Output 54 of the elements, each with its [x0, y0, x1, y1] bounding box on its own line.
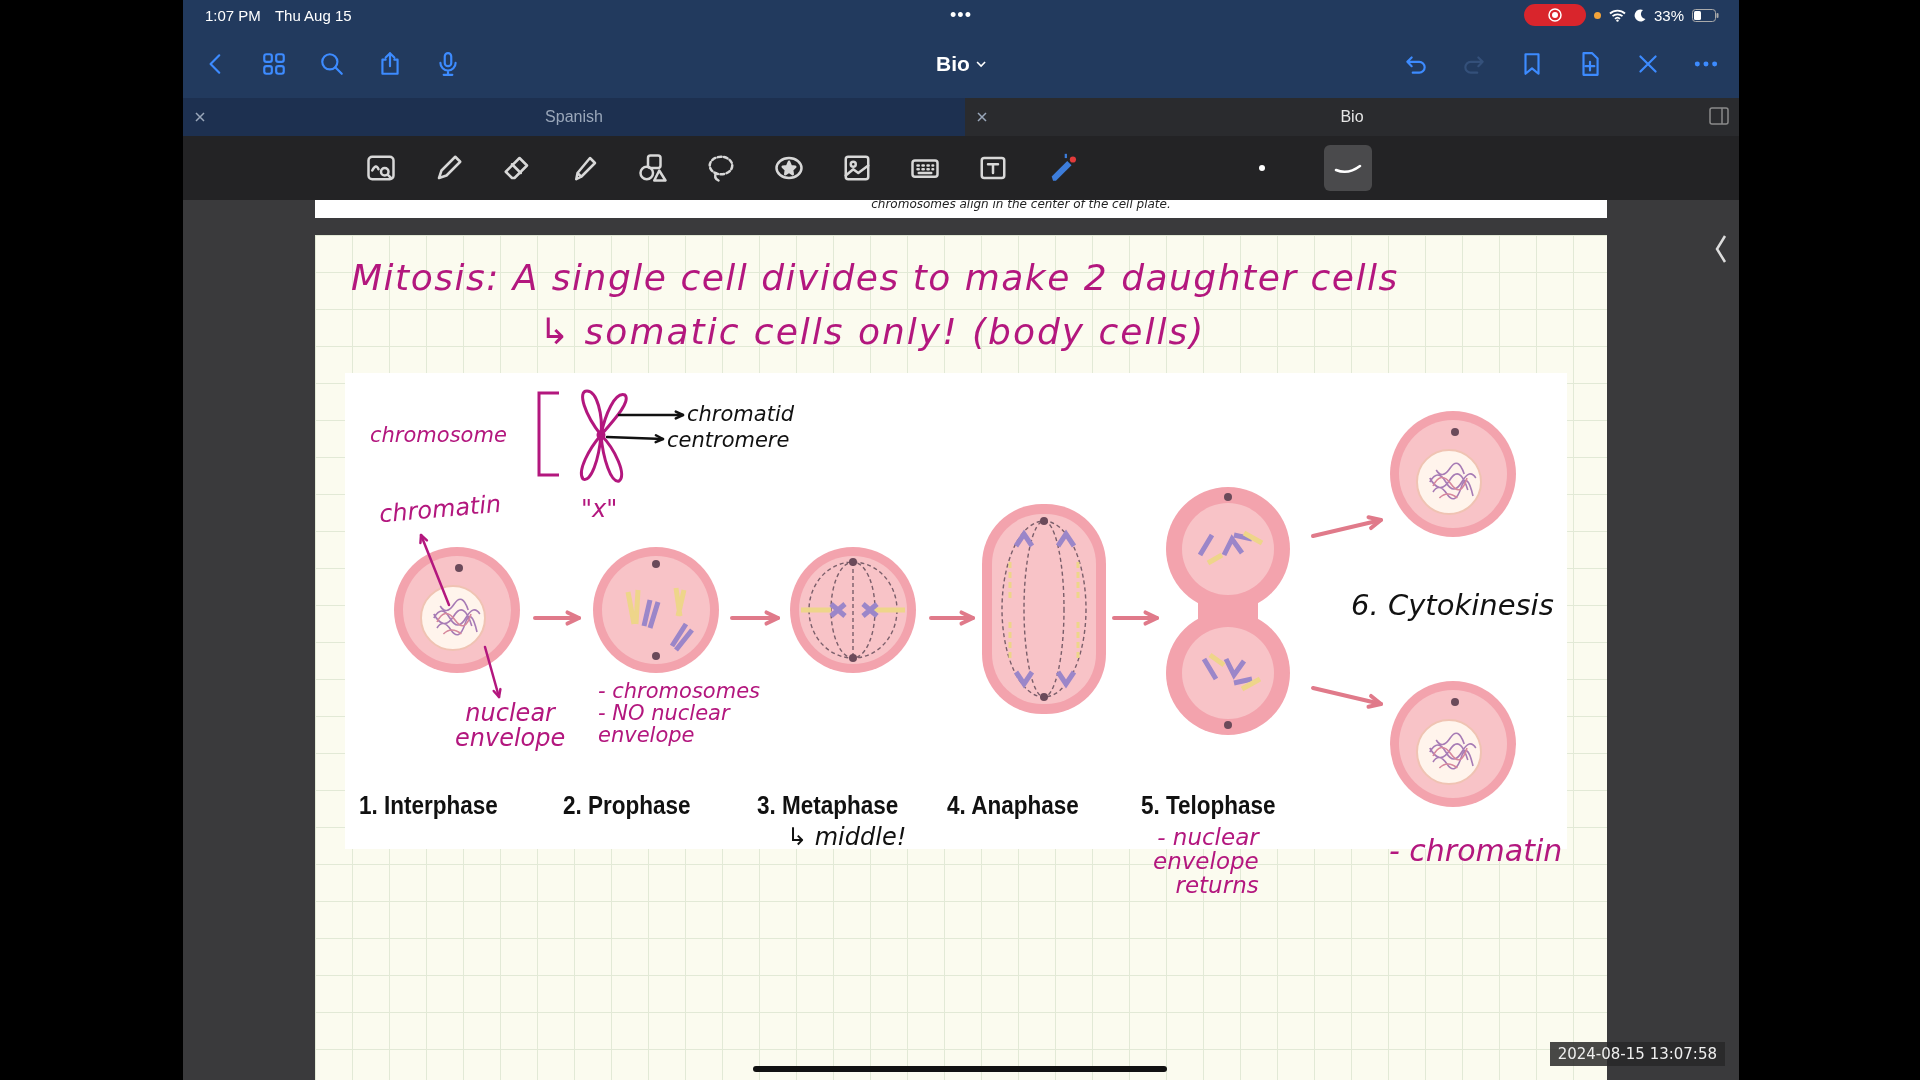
cytokinesis-label: 6. Cytokinesis — [1351, 590, 1554, 621]
centromere-label: centromere — [667, 429, 790, 452]
chevron-down-icon — [975, 60, 986, 68]
phase-label: 1. Interphase — [359, 791, 498, 820]
image-icon[interactable] — [842, 153, 872, 183]
leader-arrow — [617, 410, 685, 420]
note-heading: Mitosis: A single cell divides to make 2 daughter cells — [351, 259, 1399, 297]
privacy-dot — [1593, 11, 1601, 19]
dot-icon — [1258, 164, 1266, 172]
pen-size-button[interactable] — [1324, 145, 1372, 191]
arrow — [929, 610, 975, 626]
arrow — [533, 610, 581, 626]
collapse-chevron-icon[interactable] — [1715, 234, 1727, 264]
telophase-note: - nuclear envelope returns — [1153, 825, 1259, 898]
metaphase-note: ↳ middle! — [787, 825, 907, 851]
document-tab[interactable]: Spanish — [183, 98, 965, 136]
prophase-note: - chromosomes - NO nuclear envelope — [598, 680, 760, 747]
document-tab[interactable]: Bio — [965, 98, 1739, 136]
note-subheading: ↳ somatic cells only! (body cells) — [539, 313, 1206, 351]
notebook-title[interactable]: Bio — [930, 51, 992, 77]
x-label: "x" — [581, 497, 618, 523]
wifi-icon — [1608, 8, 1626, 22]
leader-arrow — [483, 645, 502, 699]
close-icon[interactable] — [195, 112, 205, 122]
sidebar-icon[interactable] — [1709, 107, 1729, 125]
phase-label: 3. Metaphase — [757, 791, 899, 820]
chromatid-label: chromatid — [687, 403, 795, 426]
leader-arrow — [605, 434, 665, 444]
cytokinesis-note: - chromatin — [1389, 835, 1563, 867]
close-icon[interactable] — [977, 112, 987, 122]
zoom-window-icon[interactable] — [366, 153, 396, 183]
moon-icon — [1633, 8, 1646, 22]
lasso-icon[interactable] — [706, 153, 736, 183]
shapes-icon[interactable] — [638, 153, 668, 183]
phase-label: 4. Anaphase — [947, 791, 1079, 820]
phase-label: 5. Telophase — [1141, 791, 1276, 820]
battery-icon — [1692, 8, 1719, 22]
battery-percent: 33% — [1653, 6, 1684, 24]
arrow — [1112, 610, 1159, 626]
chromatin-label: chromatin — [378, 491, 503, 528]
arrow — [730, 610, 780, 626]
recording-timestamp: 2024-08-15 13:07:58 — [1549, 1042, 1725, 1066]
recording-indicator — [1523, 4, 1586, 26]
grid-icon[interactable] — [261, 51, 287, 77]
stroke-curve-icon — [1333, 162, 1363, 174]
arrow — [1311, 686, 1383, 709]
arrow — [1311, 515, 1383, 538]
nuclear-envelope-note: nuclear envelope — [455, 701, 566, 752]
status-time: 1:07 PM — [205, 6, 261, 24]
search-icon[interactable] — [319, 51, 345, 77]
chromosome-label: chromosome — [370, 424, 507, 447]
phase-label: 2. Prophase — [563, 791, 691, 820]
status-date: Thu Aug 15 — [274, 6, 352, 24]
multitasking-dots[interactable]: ••• — [950, 4, 972, 26]
